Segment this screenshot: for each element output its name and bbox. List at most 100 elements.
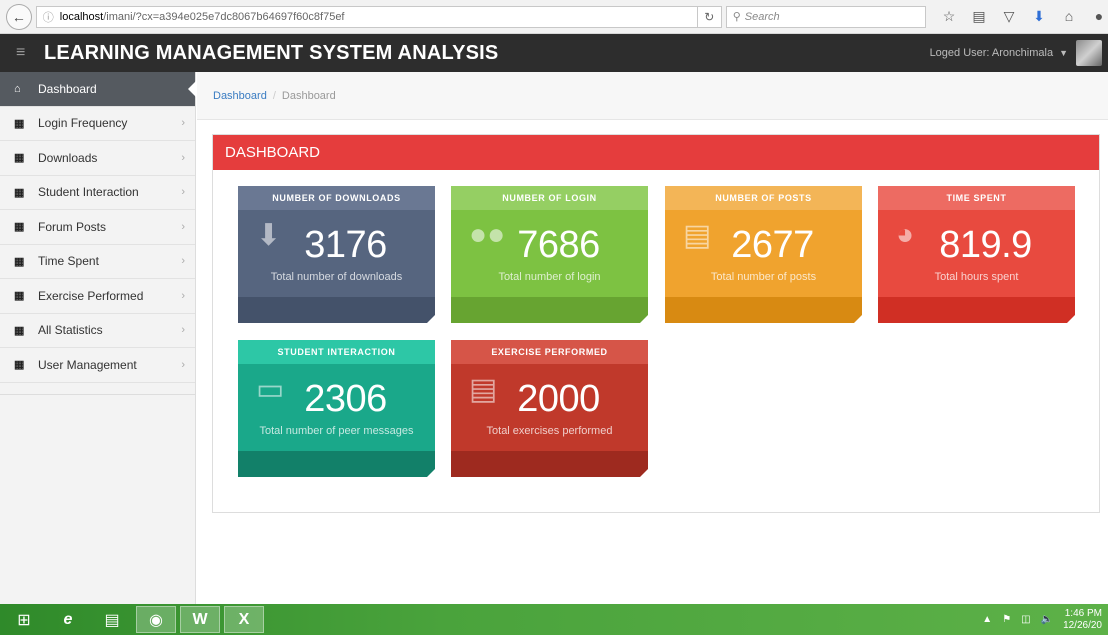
tile-subtitle: Total number of peer messages (259, 425, 414, 437)
browser-toolbar: ← ⓘ localhost/imani/?cx=a394e025e7dc8067… (0, 0, 1108, 34)
caret-down-icon[interactable]: ▼ (1059, 48, 1068, 58)
grid-icon: ▦ (14, 255, 25, 268)
search-input[interactable]: ⚲ Search (725, 5, 926, 28)
address-bar[interactable]: ⓘ localhost/imani/?cx=a394e025e7dc8067b6… (35, 5, 698, 28)
clock-date: 12/26/20 (1063, 619, 1102, 631)
tile-login[interactable]: NUMBER OF LOGIN ●● 7686 Total number of … (451, 186, 648, 323)
logged-user-label: Loged User: Aronchimala (929, 47, 1054, 59)
user-menu[interactable]: Loged User: Aronchimala ▼ (930, 40, 1108, 66)
sidebar-item-user-management[interactable]: ▦ User Management › (0, 348, 195, 383)
sidebar-item-dashboard[interactable]: ⌂ Dashboard (0, 72, 196, 107)
url-path: /imani/?cx=a394e025e7dc8067b64697f60c8f7… (103, 10, 345, 23)
home-icon[interactable]: ⌂ (1060, 8, 1078, 25)
tray-arrow-icon[interactable]: ▲ (982, 614, 992, 625)
dashboard-panel: DASHBOARD NUMBER OF DOWNLOADS ⬇ 3176 Tot… (212, 134, 1100, 513)
clock[interactable]: 1:46 PM 12/26/20 (1063, 608, 1102, 632)
grid-icon: ▦ (14, 324, 25, 337)
reload-icon[interactable]: ↻ (697, 5, 722, 28)
sidebar-item-all-statistics[interactable]: ▦ All Statistics › (0, 314, 195, 348)
tile-subtitle: Total number of posts (710, 271, 817, 283)
windows-taskbar: ⊞ e ▤ ◉ W X ▲ ⚑ ◫ 🔈 1:46 PM 12/26/20 (0, 604, 1108, 635)
sidebar-item-label: Login Frequency (38, 116, 128, 131)
tile-title: STUDENT INTERACTION (238, 340, 435, 364)
chat-icon[interactable]: ● (1090, 8, 1108, 25)
back-icon[interactable]: ← (6, 3, 32, 30)
word-icon[interactable]: W (180, 606, 220, 633)
sidebar-item-downloads[interactable]: ▦ Downloads › (0, 141, 195, 176)
tile-subtitle: Total hours spent (934, 271, 1019, 283)
clock-time: 1:46 PM (1064, 607, 1102, 619)
grid-icon: ▦ (14, 152, 25, 165)
sidebar: ⌂ Dashboard ▦ Login Frequency › ▦ Downlo… (0, 72, 196, 604)
star-icon[interactable]: ☆ (940, 8, 958, 25)
file-explorer-icon[interactable]: ▤ (92, 606, 132, 633)
tile-subtitle: Total number of downloads (270, 271, 403, 283)
download-icon[interactable]: ⬇ (1030, 8, 1048, 25)
tile-title: NUMBER OF DOWNLOADS (238, 186, 435, 210)
tile-title: TIME SPENT (878, 186, 1075, 210)
excel-icon[interactable]: X (224, 606, 264, 633)
sidebar-item-label: Student Interaction (38, 185, 139, 200)
chevron-right-icon: › (181, 289, 185, 302)
tile-footer (238, 451, 435, 477)
hamburger-menu-icon[interactable]: ≡ (16, 44, 34, 62)
grid-icon: ▦ (14, 186, 25, 199)
tile-value: 2000 (517, 378, 600, 420)
sidebar-divider (0, 383, 195, 395)
chevron-right-icon: › (181, 117, 185, 130)
tile-footer (878, 297, 1075, 323)
search-icon: ⚲ (732, 11, 741, 23)
tile-footer (451, 451, 648, 477)
site-info-icon[interactable]: ⓘ (43, 9, 54, 25)
windows-start-icon[interactable]: ⊞ (4, 606, 44, 633)
tile-value: 2306 (304, 378, 387, 420)
tile-title: EXERCISE PERFORMED (451, 340, 648, 364)
network-icon[interactable]: ◫ (1021, 614, 1030, 625)
sidebar-item-label: Exercise Performed (38, 288, 144, 303)
tile-exercise-performed[interactable]: EXERCISE PERFORMED ▤ 2000 Total exercise… (451, 340, 648, 477)
system-tray: ▲ ⚑ ◫ 🔈 1:46 PM 12/26/20 (982, 608, 1108, 632)
tile-value: 3176 (304, 224, 387, 266)
sidebar-item-label: Dashboard (38, 81, 97, 96)
firefox-icon[interactable]: ◉ (136, 606, 176, 633)
tile-posts[interactable]: NUMBER OF POSTS ▤ 2677 Total number of p… (665, 186, 862, 323)
tile-footer (238, 297, 435, 323)
breadcrumb-separator: / (272, 89, 276, 102)
breadcrumb: Dashboard / Dashboard (197, 72, 1108, 120)
tile-subtitle: Total number of login (498, 271, 601, 283)
panel-title: DASHBOARD (213, 135, 1099, 170)
sidebar-item-forum-posts[interactable]: ▦ Forum Posts › (0, 210, 195, 245)
search-placeholder: Search (744, 10, 780, 23)
sidebar-item-login-frequency[interactable]: ▦ Login Frequency › (0, 107, 195, 141)
volume-icon[interactable]: 🔈 (1041, 614, 1053, 625)
grid-icon: ▦ (14, 290, 25, 303)
chevron-right-icon: › (181, 151, 185, 164)
app-title: LEARNING MANAGEMENT SYSTEM ANALYSIS (44, 41, 499, 64)
pocket-icon[interactable]: ▽ (1000, 8, 1018, 25)
app-header: ≡ LEARNING MANAGEMENT SYSTEM ANALYSIS Lo… (0, 34, 1108, 72)
tile-subtitle: Total exercises performed (486, 425, 613, 437)
tile-student-interaction[interactable]: STUDENT INTERACTION ▭ 2306 Total number … (238, 340, 435, 477)
internet-explorer-icon[interactable]: e (48, 606, 88, 633)
sidebar-item-label: Downloads (38, 150, 98, 165)
reading-list-icon[interactable]: ▤ (970, 8, 988, 25)
tile-value: 819.9 (939, 224, 1032, 266)
chevron-right-icon: › (181, 220, 185, 233)
avatar[interactable] (1076, 40, 1102, 66)
breadcrumb-link-dashboard[interactable]: Dashboard (213, 90, 267, 102)
sidebar-item-label: User Management (38, 357, 137, 372)
sidebar-item-student-interaction[interactable]: ▦ Student Interaction › (0, 176, 195, 210)
tile-time-spent[interactable]: TIME SPENT ◕ 819.9 Total hours spent (878, 186, 1075, 323)
grid-icon: ▦ (14, 117, 25, 130)
chevron-right-icon: › (181, 255, 185, 268)
grid-icon: ▦ (14, 221, 25, 234)
tile-downloads[interactable]: NUMBER OF DOWNLOADS ⬇ 3176 Total number … (238, 186, 435, 323)
chevron-right-icon: › (181, 186, 185, 199)
sidebar-item-time-spent[interactable]: ▦ Time Spent › (0, 245, 195, 279)
flag-icon[interactable]: ⚑ (1002, 614, 1011, 625)
breadcrumb-current: Dashboard (281, 89, 336, 102)
sidebar-item-exercise-performed[interactable]: ▦ Exercise Performed › (0, 279, 195, 314)
grid-icon: ▦ (14, 359, 25, 372)
home-icon: ⌂ (14, 82, 21, 95)
tile-footer (665, 297, 862, 323)
